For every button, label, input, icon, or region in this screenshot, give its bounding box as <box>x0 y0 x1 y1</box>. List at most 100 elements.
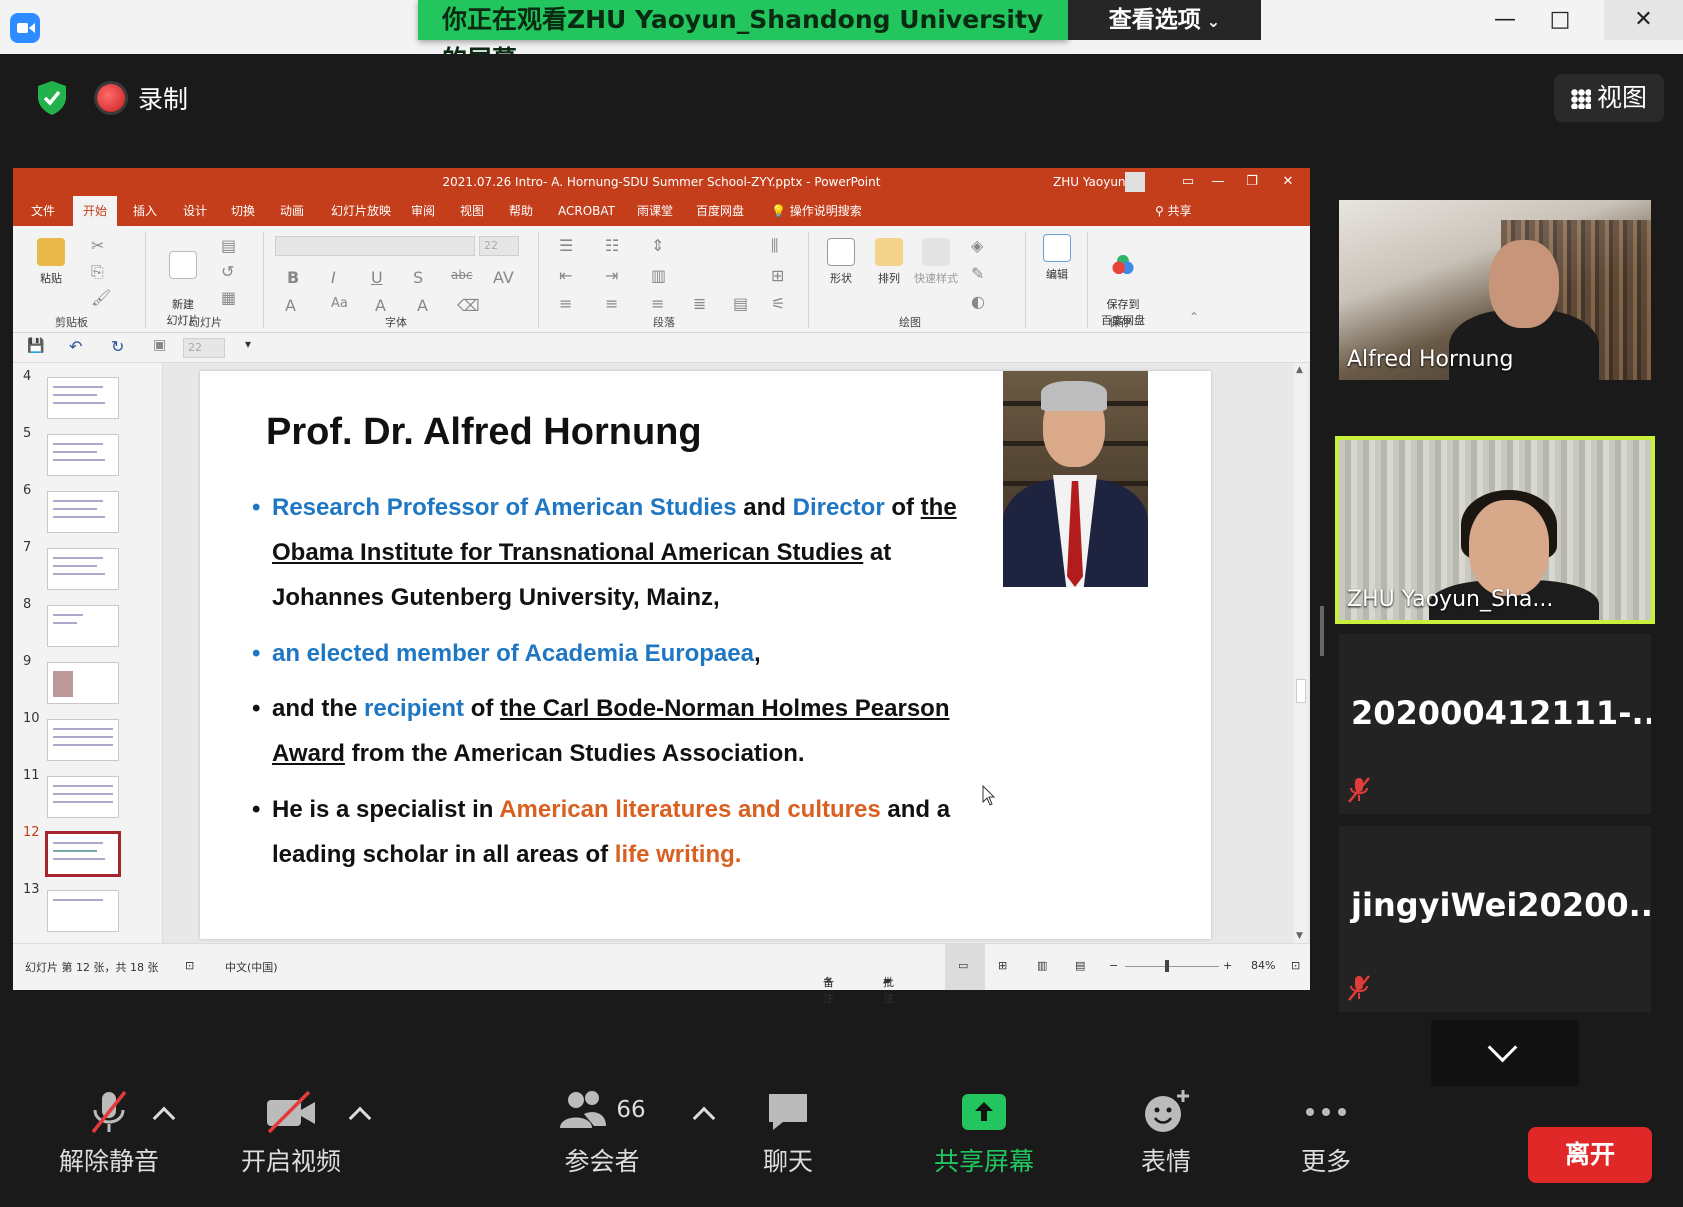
tab-slideshow[interactable]: 幻灯片放映 <box>321 196 401 226</box>
zoom-out-icon[interactable]: − <box>1109 959 1118 972</box>
participant-tile[interactable]: 202000412111-... <box>1339 634 1651 814</box>
collapse-ribbon-icon[interactable]: ⌃ <box>1189 310 1199 324</box>
slideshow-view-icon[interactable]: ▤ <box>1075 959 1085 972</box>
qat-customize-icon[interactable]: ▾ <box>245 337 251 351</box>
minimize-button[interactable]: — <box>1475 0 1535 40</box>
section-icon[interactable]: ▦ <box>221 288 236 307</box>
slide-thumbnail-selected[interactable] <box>45 831 121 877</box>
more-button[interactable]: 更多 <box>1276 1088 1376 1178</box>
fit-slide-icon[interactable]: ⊡ <box>1291 959 1300 972</box>
slide-vertical-scrollbar[interactable]: ▲ ▼ <box>1294 363 1308 943</box>
shapes-button[interactable]: 形状 <box>821 238 861 286</box>
record-label[interactable]: 录制 <box>138 80 188 116</box>
reactions-button[interactable]: 表情 <box>1116 1088 1216 1178</box>
layout-icon[interactable]: ▤ <box>221 236 236 255</box>
participant-tile[interactable]: jingyiWei20200... <box>1339 826 1651 1012</box>
reading-view-icon[interactable]: ▥ <box>1037 959 1047 972</box>
paste-button[interactable]: 粘贴 <box>31 238 71 286</box>
text-direction-icon[interactable]: ⫼ <box>771 236 778 256</box>
view-layout-button[interactable]: 视图 <box>1554 74 1664 122</box>
tell-me-search[interactable]: 💡 操作说明搜索 <box>761 196 872 226</box>
language-status[interactable]: 中文(中国) <box>225 959 278 975</box>
view-options-button[interactable]: 查看选项 ⌄ <box>1068 0 1261 40</box>
tab-review[interactable]: 审阅 <box>401 196 445 226</box>
gallery-scroll-down-button[interactable] <box>1431 1020 1579 1086</box>
splitter-handle[interactable] <box>1320 606 1324 656</box>
tab-acrobat[interactable]: ACROBAT <box>548 196 625 226</box>
participant-tile-active-speaker[interactable]: ZHU Yaoyun_Sha... <box>1335 436 1655 624</box>
scroll-up-icon[interactable]: ▲ <box>1296 365 1303 375</box>
shrink-font-icon[interactable]: A <box>417 296 428 315</box>
align-left-icon[interactable]: ≡ <box>559 294 572 313</box>
strikethrough-icon[interactable]: abc <box>451 268 473 282</box>
change-case-icon[interactable]: Aa <box>331 296 348 311</box>
underline-icon[interactable]: U <box>371 268 383 287</box>
participants-options-caret-icon[interactable] <box>692 1106 716 1130</box>
undo-icon[interactable]: ↶ <box>69 337 82 356</box>
share-button[interactable]: ⚲ 共享 <box>1145 196 1202 226</box>
font-family-select[interactable] <box>275 236 475 256</box>
increase-indent-icon[interactable]: ⇥ <box>605 266 618 285</box>
align-center-icon[interactable]: ≡ <box>605 294 618 313</box>
zoom-slider[interactable] <box>1125 966 1219 967</box>
participants-button[interactable]: 66 参会者 <box>542 1088 662 1178</box>
zoom-level[interactable]: 84% <box>1251 959 1275 972</box>
slide-thumbnail[interactable] <box>47 434 119 476</box>
record-icon[interactable] <box>97 84 125 112</box>
shape-fill-icon[interactable]: ◈ <box>971 236 983 255</box>
columns-icon[interactable]: ▥ <box>651 266 666 285</box>
slide-thumbnail[interactable] <box>47 890 119 932</box>
bold-icon[interactable]: B <box>287 268 299 287</box>
close-button[interactable]: ✕ <box>1604 0 1683 40</box>
smartart-icon[interactable]: ⚟ <box>771 294 785 313</box>
current-slide[interactable]: Prof. Dr. Alfred Hornung • Research Prof… <box>200 371 1211 939</box>
shape-effects-icon[interactable]: ◐ <box>971 292 985 311</box>
italic-icon[interactable]: I <box>331 268 336 287</box>
shape-outline-icon[interactable]: ✎ <box>971 264 984 283</box>
redo-icon[interactable]: ↻ <box>111 337 124 356</box>
tab-transitions[interactable]: 切换 <box>221 196 265 226</box>
unmute-button[interactable]: 解除静音 <box>44 1088 174 1178</box>
ppt-restore-icon[interactable]: ❐ <box>1237 168 1267 196</box>
align-right-icon[interactable]: ≡ <box>651 294 664 313</box>
tab-baidu-netdisk[interactable]: 百度网盘 <box>686 196 754 226</box>
tab-design[interactable]: 设计 <box>173 196 217 226</box>
leave-meeting-button[interactable]: 离开 <box>1528 1127 1652 1183</box>
security-shield-icon[interactable] <box>36 80 68 116</box>
slide-thumbnail[interactable] <box>47 776 119 818</box>
ppt-close-icon[interactable]: ✕ <box>1273 168 1303 196</box>
tab-insert[interactable]: 插入 <box>123 196 167 226</box>
accessibility-icon[interactable]: ⊡ <box>185 959 194 972</box>
tab-view[interactable]: 视图 <box>450 196 494 226</box>
char-spacing-icon[interactable]: AV <box>493 268 514 287</box>
maximize-button[interactable]: □ <box>1530 0 1590 40</box>
tab-animations[interactable]: 动画 <box>270 196 314 226</box>
start-video-button[interactable]: 开启视频 <box>226 1088 356 1178</box>
participant-tile[interactable]: Alfred Hornung <box>1339 200 1651 380</box>
tab-home[interactable]: 开始 <box>73 196 118 226</box>
start-slideshow-icon[interactable]: ▣ <box>153 337 166 353</box>
format-painter-icon[interactable]: 🖌 <box>91 288 111 307</box>
numbering-icon[interactable]: ☷ <box>605 236 619 255</box>
zoom-slider-handle[interactable] <box>1165 960 1169 972</box>
avatar[interactable] <box>1125 172 1145 192</box>
scroll-down-icon[interactable]: ▼ <box>1296 931 1303 941</box>
slide-thumbnail[interactable] <box>47 377 119 419</box>
slide-sorter-icon[interactable]: ⊞ <box>998 959 1007 972</box>
ribbon-display-icon[interactable]: ▭ <box>1173 168 1203 196</box>
copy-icon[interactable]: ⎘ <box>91 262 104 282</box>
tab-rain-classroom[interactable]: 雨课堂 <box>627 196 683 226</box>
share-screen-button[interactable]: 共享屏幕 <box>924 1088 1044 1178</box>
slide-thumbnail[interactable] <box>47 491 119 533</box>
font-size-select[interactable]: 22 <box>479 236 519 256</box>
ppt-minimize-icon[interactable]: — <box>1203 168 1233 196</box>
line-spacing-icon[interactable]: ⇕ <box>651 236 664 255</box>
shadow-icon[interactable]: S <box>413 268 423 287</box>
grow-font-icon[interactable]: A <box>375 296 386 315</box>
slide-thumbnail[interactable] <box>47 719 119 761</box>
save-icon[interactable]: 💾 <box>27 338 44 354</box>
tab-file[interactable]: 文件 <box>21 196 65 226</box>
slide-thumbnail[interactable] <box>47 662 119 704</box>
slide-thumbnail[interactable] <box>47 548 119 590</box>
qat-font-size-select[interactable]: 22 <box>183 338 225 358</box>
